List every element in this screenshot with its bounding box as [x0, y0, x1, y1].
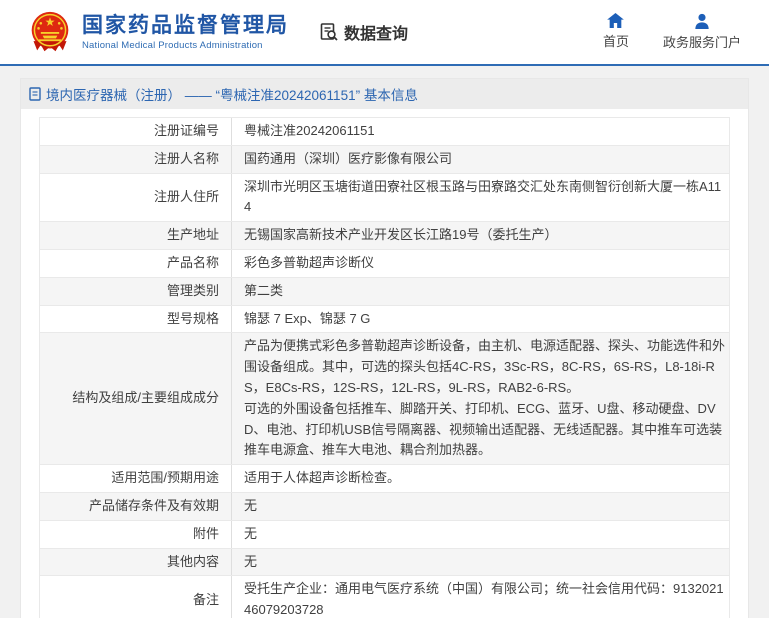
- page-title: 境内医疗器械（注册） —— “粤械注准20242061151” 基本信息: [46, 84, 418, 104]
- info-table: 注册证编号粤械注准20242061151注册人名称国药通用（深圳）医疗影像有限公…: [39, 117, 730, 618]
- document-icon: [29, 87, 41, 101]
- table-row: 其他内容无: [40, 549, 729, 577]
- row-label-text: 产品名称: [167, 253, 219, 274]
- row-label: 管理类别: [40, 278, 232, 305]
- table-row: 适用范围/预期用途适用于人体超声诊断检查。: [40, 465, 729, 493]
- row-label-text: 备注: [193, 590, 219, 611]
- row-label-text: 结构及组成/主要组成成分: [72, 388, 219, 409]
- row-label-text: 生产地址: [167, 225, 219, 246]
- china-national-emblem-icon: [28, 10, 72, 54]
- row-label: 产品储存条件及有效期: [40, 493, 232, 520]
- row-label: 适用范围/预期用途: [40, 465, 232, 492]
- nav-data-query[interactable]: 数据查询: [319, 20, 408, 44]
- nav-portal[interactable]: 政务服务门户: [663, 13, 741, 51]
- row-value: 国药通用（深圳）医疗影像有限公司: [232, 146, 729, 173]
- user-icon: [694, 13, 710, 29]
- row-label: 备注: [40, 576, 232, 618]
- info-card: 境内医疗器械（注册） —— “粤械注准20242061151” 基本信息 注册证…: [20, 78, 749, 618]
- nav-portal-label: 政务服务门户: [663, 32, 741, 51]
- row-label-text: 管理类别: [167, 281, 219, 302]
- table-row: 附件无: [40, 521, 729, 549]
- org-name-en: National Medical Products Administration: [82, 40, 289, 51]
- table-row: 型号规格锦瑟 7 Exp、锦瑟 7 G: [40, 306, 729, 334]
- table-row: 产品名称彩色多普勒超声诊断仪: [40, 250, 729, 278]
- row-value: 受托生产企业：通用电气医疗系统（中国）有限公司；统一社会信用代码：9132021…: [232, 576, 729, 618]
- row-label: 注册人住所: [40, 174, 232, 222]
- row-value: 深圳市光明区玉塘街道田寮社区根玉路与田寮路交汇处东南侧智衍创新大厦一栋A114: [232, 174, 729, 222]
- document-search-icon: [319, 22, 339, 42]
- home-icon: [607, 13, 624, 28]
- row-value: 适用于人体超声诊断检查。: [232, 465, 729, 492]
- table-row: 生产地址无锡国家高新技术产业开发区长江路19号（委托生产）: [40, 222, 729, 250]
- row-label-text: 附件: [193, 524, 219, 545]
- row-label-text: 产品储存条件及有效期: [89, 496, 219, 517]
- row-value: 第二类: [232, 278, 729, 305]
- table-row: 产品储存条件及有效期无: [40, 493, 729, 521]
- table-row: 结构及组成/主要组成成分产品为便携式彩色多普勒超声诊断设备，由主机、电源适配器、…: [40, 333, 729, 465]
- nav-home-label: 首页: [603, 31, 629, 50]
- row-label: 其他内容: [40, 549, 232, 576]
- row-label-text: 适用范围/预期用途: [111, 468, 219, 489]
- page-title-bar: 境内医疗器械（注册） —— “粤械注准20242061151” 基本信息: [21, 79, 748, 109]
- nav-data-query-label: 数据查询: [344, 20, 408, 44]
- row-label-text: 注册人住所: [154, 187, 219, 208]
- row-label-text: 注册证编号: [154, 121, 219, 142]
- site-header: 国家药品监督管理局 National Medical Products Admi…: [0, 0, 769, 66]
- row-label-text: 其他内容: [167, 552, 219, 573]
- table-row: 注册人名称国药通用（深圳）医疗影像有限公司: [40, 146, 729, 174]
- row-label: 型号规格: [40, 306, 232, 333]
- row-label: 附件: [40, 521, 232, 548]
- org-name-cn: 国家药品监督管理局: [82, 13, 289, 38]
- table-row: 注册证编号粤械注准20242061151: [40, 118, 729, 146]
- org-names: 国家药品监督管理局 National Medical Products Admi…: [82, 13, 289, 51]
- row-label: 生产地址: [40, 222, 232, 249]
- row-label: 结构及组成/主要组成成分: [40, 333, 232, 464]
- row-value: 锦瑟 7 Exp、锦瑟 7 G: [232, 306, 729, 333]
- table-row: 备注受托生产企业：通用电气医疗系统（中国）有限公司；统一社会信用代码：91320…: [40, 576, 729, 618]
- row-value: 粤械注准20242061151: [232, 118, 729, 145]
- row-value: 彩色多普勒超声诊断仪: [232, 250, 729, 277]
- row-value: 无: [232, 521, 729, 548]
- row-value: 产品为便携式彩色多普勒超声诊断设备，由主机、电源适配器、探头、功能选件和外围设备…: [232, 333, 729, 464]
- site-logo[interactable]: 国家药品监督管理局 National Medical Products Admi…: [28, 10, 289, 54]
- nav-home[interactable]: 首页: [603, 13, 629, 51]
- header-nav: 首页 政务服务门户: [603, 13, 741, 51]
- row-value: 无: [232, 493, 729, 520]
- row-label-text: 注册人名称: [154, 149, 219, 170]
- row-label: 注册证编号: [40, 118, 232, 145]
- row-label: 产品名称: [40, 250, 232, 277]
- page-content: 境内医疗器械（注册） —— “粤械注准20242061151” 基本信息 注册证…: [0, 66, 769, 618]
- table-row: 注册人住所深圳市光明区玉塘街道田寮社区根玉路与田寮路交汇处东南侧智衍创新大厦一栋…: [40, 174, 729, 223]
- row-value: 无: [232, 549, 729, 576]
- table-row: 管理类别第二类: [40, 278, 729, 306]
- row-label-text: 型号规格: [167, 309, 219, 330]
- row-label: 注册人名称: [40, 146, 232, 173]
- row-value: 无锡国家高新技术产业开发区长江路19号（委托生产）: [232, 222, 729, 249]
